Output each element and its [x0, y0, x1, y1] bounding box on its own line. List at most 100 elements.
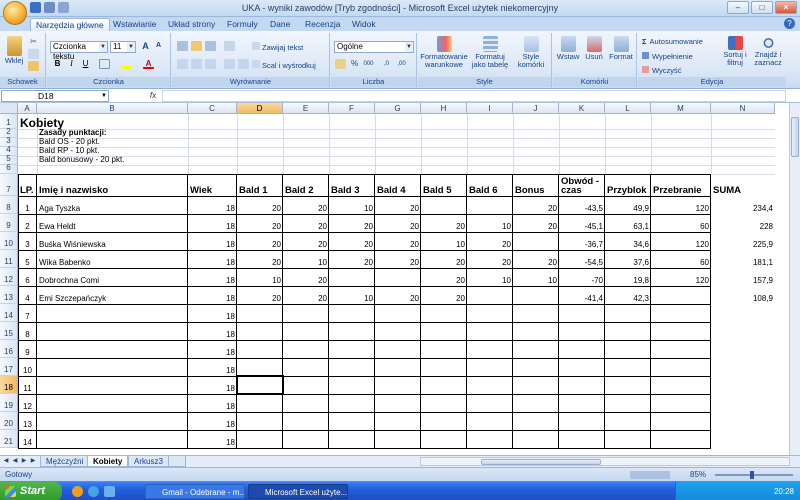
copy-icon[interactable] — [28, 49, 39, 59]
percent-button[interactable]: % — [349, 59, 360, 69]
tab-home[interactable]: Narzędzia główne — [30, 18, 110, 31]
column-header-a[interactable]: A — [18, 103, 37, 114]
autosum-button[interactable]: Σ Autosumowanie — [642, 38, 722, 46]
tab-view[interactable]: Widok — [352, 18, 376, 31]
row-header-10[interactable]: 10 — [0, 232, 18, 250]
row-header-14[interactable]: 14 — [0, 304, 18, 322]
close-button[interactable]: ✕ — [775, 1, 797, 14]
active-cell-selection[interactable] — [236, 375, 284, 395]
row-header-6[interactable]: 6 — [0, 163, 18, 174]
start-button[interactable]: Start — [0, 482, 62, 500]
bold-button[interactable]: B — [52, 59, 63, 69]
task-excel[interactable]: Microsoft Excel użyte... — [248, 484, 348, 499]
format-painter-icon[interactable] — [28, 61, 39, 71]
zoom-slider[interactable] — [715, 474, 793, 476]
column-header-l[interactable]: L — [605, 103, 651, 114]
insert-cells-button[interactable]: Wstaw — [556, 36, 580, 61]
sheet-tab-kobiety[interactable]: Kobiety — [87, 456, 129, 467]
insert-function-button[interactable]: fx — [146, 90, 160, 102]
row-header-12[interactable]: 12 — [0, 268, 18, 286]
delete-cells-button[interactable]: Usuń — [582, 36, 606, 61]
font-size-select[interactable]: 11 ▼ — [110, 41, 136, 53]
fill-color-icon[interactable] — [121, 59, 132, 69]
column-header-h[interactable]: H — [421, 103, 467, 114]
select-all-corner[interactable] — [0, 103, 18, 114]
vertical-scrollbar[interactable] — [789, 103, 800, 455]
insert-sheet-icon[interactable] — [168, 456, 186, 467]
align-left-icon[interactable] — [177, 59, 188, 69]
number-format-select[interactable]: Ogólne ▼ — [334, 41, 414, 53]
chevron-down-icon[interactable]: ▼ — [101, 91, 107, 101]
tab-review[interactable]: Recenzja — [305, 18, 340, 31]
row-header-15[interactable]: 15 — [0, 322, 18, 340]
next-sheet-arrow-icon[interactable]: ▶ — [20, 457, 28, 466]
sheet-tab-arkusz3[interactable]: Arkusz3 — [128, 456, 169, 467]
font-color-button[interactable]: A — [143, 59, 154, 69]
row-header-17[interactable]: 17 — [0, 358, 18, 376]
tab-formulas[interactable]: Formuły — [227, 18, 258, 31]
align-right-icon[interactable] — [205, 59, 216, 69]
name-box[interactable]: D18 ▼ — [1, 90, 109, 102]
last-sheet-arrow-icon[interactable]: ▶ — [29, 457, 37, 466]
thousands-button[interactable]: 000 — [363, 59, 374, 69]
vertical-scroll-thumb[interactable] — [791, 117, 799, 157]
view-buttons[interactable] — [630, 471, 670, 479]
currency-icon[interactable] — [335, 59, 346, 69]
wrap-text-button[interactable]: Zawijaj tekst — [252, 42, 322, 52]
horizontal-scrollbar[interactable] — [420, 457, 790, 466]
tab-page-layout[interactable]: Układ strony — [168, 18, 215, 31]
column-header-g[interactable]: G — [375, 103, 421, 114]
sheet-tab-mezczyzni[interactable]: Mężczyźni — [40, 456, 90, 467]
zoom-level[interactable]: 85% — [690, 468, 706, 481]
ie-icon[interactable] — [88, 486, 99, 497]
column-header-d[interactable]: D — [237, 103, 283, 114]
paste-button[interactable]: Wklej — [3, 36, 25, 65]
row-header-16[interactable]: 16 — [0, 340, 18, 358]
italic-button[interactable]: I — [66, 59, 77, 69]
row-header-9[interactable]: 9 — [0, 214, 18, 232]
format-cells-button[interactable]: Format — [608, 36, 634, 61]
maximize-button[interactable]: □ — [751, 1, 773, 14]
first-sheet-arrow-icon[interactable]: ◀ — [2, 457, 10, 466]
grow-font-button[interactable]: A — [140, 41, 151, 51]
align-middle-icon[interactable] — [191, 41, 202, 51]
cut-icon[interactable]: ✂ — [28, 37, 39, 47]
font-name-select[interactable]: Czcionka tekstu ▼ — [50, 41, 108, 61]
borders-icon[interactable] — [99, 59, 110, 69]
row-header-20[interactable]: 20 — [0, 412, 18, 430]
row-header-8[interactable]: 8 — [0, 196, 18, 214]
desktop-icon[interactable] — [104, 486, 115, 497]
row-header-11[interactable]: 11 — [0, 250, 18, 268]
row-header-7[interactable]: 7 — [0, 174, 18, 196]
column-header-e[interactable]: E — [283, 103, 329, 114]
column-header-f[interactable]: F — [329, 103, 375, 114]
row-header-13[interactable]: 13 — [0, 286, 18, 304]
align-top-icon[interactable] — [177, 41, 188, 51]
decrease-indent-icon[interactable] — [224, 59, 235, 69]
format-as-table-button[interactable]: Formatuj jako tabelę — [469, 36, 511, 69]
increase-indent-icon[interactable] — [238, 59, 249, 69]
column-header-i[interactable]: I — [467, 103, 513, 114]
merge-center-button[interactable]: Scal i wyśrodkuj — [252, 60, 328, 70]
tab-data[interactable]: Dane — [270, 18, 290, 31]
row-header-18[interactable]: 18 — [0, 376, 18, 394]
underline-button[interactable]: U — [80, 59, 91, 69]
horizontal-scroll-thumb[interactable] — [481, 459, 601, 465]
zoom-slider-thumb[interactable] — [750, 471, 754, 479]
row-header-19[interactable]: 19 — [0, 394, 18, 412]
align-bottom-icon[interactable] — [205, 41, 216, 51]
orientation-icon[interactable] — [224, 41, 235, 51]
fill-button[interactable]: Wypełnienie — [642, 52, 722, 61]
formula-input[interactable] — [162, 90, 786, 102]
spreadsheet-grid[interactable]: A B C D E F G H I J K L M N 1 2 3 4 5 6 7 8 9 10 11 12 13 14 15 16 17 1… — [0, 103, 800, 455]
column-header-m[interactable]: M — [651, 103, 711, 114]
column-header-k[interactable]: K — [559, 103, 605, 114]
column-header-j[interactable]: J — [513, 103, 559, 114]
office-button[interactable] — [3, 1, 27, 25]
sort-filter-button[interactable]: Sortuj i filtruj — [720, 36, 750, 67]
cell-styles-button[interactable]: Style komórki — [512, 36, 550, 69]
clear-button[interactable]: Wyczyść — [642, 66, 722, 75]
column-header-b[interactable]: B — [37, 103, 188, 114]
prev-sheet-arrow-icon[interactable]: ◀ — [11, 457, 19, 466]
minimize-button[interactable]: – — [727, 1, 749, 14]
